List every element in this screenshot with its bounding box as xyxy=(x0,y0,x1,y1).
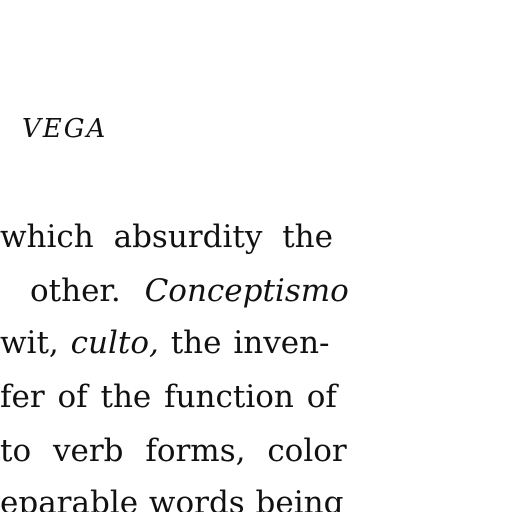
text-line-6: eparable words being xyxy=(0,485,344,512)
text-line-2: other. Conceptismo xyxy=(30,276,349,307)
text-line-4: fer of the function of xyxy=(0,379,337,415)
text-line-3: wit, culto, the inven- xyxy=(0,328,330,359)
running-head: VEGA xyxy=(22,114,108,144)
book-page: VEGA which absurdity the other. Concepti… xyxy=(0,0,512,512)
text-line-3-end: the inven- xyxy=(170,325,330,361)
text-line-3-start: wit, xyxy=(0,325,59,361)
text-line-2-plain: other. xyxy=(30,273,121,309)
text-line-2-italic: Conceptismo xyxy=(144,273,349,309)
text-line-1: which absurdity the xyxy=(0,219,333,255)
text-line-5: to verb forms, color xyxy=(0,433,347,469)
text-line-3-italic: culto, xyxy=(70,325,159,361)
